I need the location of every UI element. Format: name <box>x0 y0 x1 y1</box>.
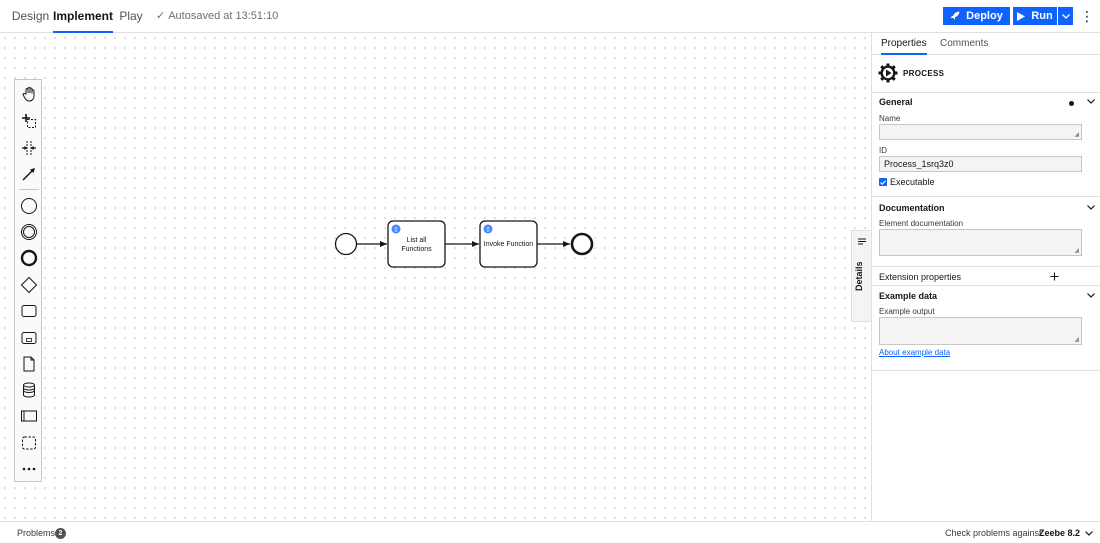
element-documentation-input[interactable]: ◢ <box>879 229 1082 256</box>
chevron-down-icon[interactable] <box>1087 202 1095 212</box>
run-button[interactable]: Run <box>1013 7 1057 25</box>
task2-label: Invoke Function <box>484 241 534 248</box>
add-extension-property-icon[interactable] <box>1050 270 1059 284</box>
run-label: Run <box>1031 10 1053 22</box>
top-bar: Design Implement Play ✓ Autosaved at 13:5… <box>0 0 1100 33</box>
rocket-icon <box>950 11 960 20</box>
element-type: PROCESS <box>903 69 945 78</box>
executable-checkbox[interactable] <box>879 178 887 186</box>
more-options-icon[interactable]: ⋮ <box>1080 7 1094 25</box>
id-input[interactable]: Process_1srq3z0 <box>879 156 1082 172</box>
checkmark-icon: ✓ <box>156 10 166 22</box>
divider <box>872 285 1100 286</box>
extension-properties-title[interactable]: Extension properties <box>879 272 961 282</box>
panel-tabs: Properties Comments <box>872 33 1100 55</box>
bpmn-canvas[interactable]: {} List all Functions {} Invoke Function <box>0 33 871 543</box>
tab-implement[interactable]: Implement <box>53 0 113 33</box>
example-output-label: Example output <box>879 307 935 316</box>
about-example-data-link[interactable]: About example data <box>879 348 950 357</box>
play-icon <box>1017 11 1026 21</box>
check-problems-label: Check problems against: <box>945 528 1045 538</box>
start-event[interactable] <box>334 232 358 256</box>
divider <box>872 266 1100 267</box>
tab-design[interactable]: Design <box>8 0 53 33</box>
end-event[interactable] <box>570 232 594 256</box>
resize-handle-icon[interactable]: ◢ <box>1074 247 1079 254</box>
element-header: PROCESS <box>872 55 1100 93</box>
chevron-down-icon[interactable] <box>1087 290 1095 300</box>
details-panel-toggle[interactable]: Details <box>851 230 871 322</box>
divider <box>872 196 1100 197</box>
service-task-icon-glyph: {} <box>486 227 490 233</box>
problems-count-badge: 2 <box>55 528 66 539</box>
process-diagram: {} List all Functions {} Invoke Function <box>334 220 594 268</box>
divider <box>872 370 1100 371</box>
deploy-label: Deploy <box>966 10 1003 22</box>
tab-properties[interactable]: Properties <box>881 33 927 55</box>
general-section-title[interactable]: General <box>879 97 913 107</box>
name-input[interactable]: ◢ <box>879 124 1082 140</box>
tab-play[interactable]: Play <box>113 0 149 33</box>
run-options-button[interactable] <box>1058 7 1073 25</box>
changed-indicator-icon <box>1069 101 1074 106</box>
chevron-up-icon[interactable] <box>1087 96 1095 106</box>
service-task-icon-glyph: {} <box>394 227 398 233</box>
resize-handle-icon[interactable]: ◢ <box>1074 131 1079 138</box>
example-data-section-title[interactable]: Example data <box>879 291 937 301</box>
details-label: Details <box>854 261 864 291</box>
documentation-section-title[interactable]: Documentation <box>879 203 945 213</box>
process-gear-icon <box>878 63 898 83</box>
bottom-bar: Problems 2 Check problems against: Zeebe… <box>0 521 1100 543</box>
resize-handle-icon[interactable]: ◢ <box>1074 336 1079 343</box>
example-output-input[interactable]: ◢ <box>879 317 1082 345</box>
list-icon <box>858 237 866 247</box>
deploy-button[interactable]: Deploy <box>943 7 1010 25</box>
task1-label-line1: List all <box>407 237 427 244</box>
autosave-status: ✓ Autosaved at 13:51:10 <box>156 10 279 22</box>
chevron-down-icon[interactable] <box>1085 522 1093 543</box>
id-label: ID <box>879 146 887 155</box>
chevron-down-icon <box>1061 13 1070 19</box>
name-label: Name <box>879 114 901 123</box>
properties-panel: Properties Comments PROCESS General Name… <box>871 33 1100 521</box>
problems-toggle[interactable]: Problems <box>17 522 55 543</box>
element-documentation-label: Element documentation <box>879 219 964 228</box>
engine-version-select[interactable]: Zeebe 8.2 <box>1039 522 1080 543</box>
task1-label-line2: Functions <box>401 246 432 253</box>
tab-comments[interactable]: Comments <box>940 33 988 55</box>
executable-label: Executable <box>890 177 935 187</box>
